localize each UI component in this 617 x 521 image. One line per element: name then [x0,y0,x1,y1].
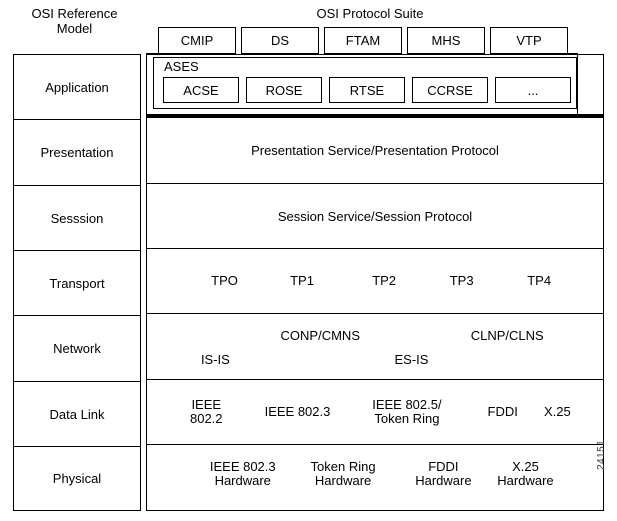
ases-element-more[interactable]: ... [495,77,571,103]
ases-element-acse[interactable]: ACSE [163,77,239,103]
layer-cell-datalink: Data Link [14,382,140,447]
suite-cell-datalink: IEEE 802.2 IEEE 802.3 IEEE 802.5/ Token … [147,380,603,445]
protocol-box-label: DS [270,33,290,48]
protocol-box-label: VTP [516,33,542,48]
layer-label: Network [53,341,101,356]
physical-ieee-802-3-hardware: IEEE 802.3 Hardware [209,459,276,488]
transport-class-tp3: TP3 [449,273,474,288]
osi-layer-column: Application Presentation Sesssion Transp… [13,54,141,511]
layer-cell-presentation: Presentation [14,120,140,186]
layer-label: Physical [52,471,102,486]
physical-fddi-hardware: FDDI Hardware [415,459,472,488]
application-frame-top-left [146,53,158,54]
ases-label: ASES [164,59,199,74]
layer-label: Transport [49,275,105,291]
transport-class-tp0: TPO [211,273,238,288]
datalink-ieee-802-5-token-ring: IEEE 802.5/ Token Ring [372,397,442,426]
datalink-ieee-802-2: IEEE 802.2 [189,397,223,426]
suite-cell-session: Session Service/Session Protocol [147,184,603,249]
protocol-box-label: MHS [431,33,461,48]
ases-element-rose[interactable]: ROSE [246,77,322,103]
ases-element-rtse[interactable]: RTSE [329,77,405,103]
ases-element-label: ACSE [183,82,219,98]
ases-element-label: RTSE [349,82,385,98]
protocol-box-label: CMIP [180,33,214,48]
ases-element-label: CCRSE [427,82,473,98]
layer-cell-transport: Transport [14,251,140,316]
transport-class-tp4: TP4 [527,273,552,288]
application-frame-right-edge [577,53,578,115]
layer-cell-physical: Physical [14,447,140,510]
suite-cell-network: CONP/CMNS CLNP/CLNS IS-IS ES-IS [147,314,603,380]
transport-class-tp1: TP1 [290,273,314,288]
transport-class-tp2: TP2 [372,273,397,288]
network-clnp-clns: CLNP/CLNS [470,328,544,343]
presentation-service-text: Presentation Service/Presentation Protoc… [251,143,499,158]
network-is-is: IS-IS [200,352,230,367]
ases-container: ASES ACSE ROSE RTSE CCRSE ... [153,57,577,109]
protocol-box-ftam[interactable]: FTAM [324,27,402,54]
protocol-box-vtp[interactable]: VTP [490,27,568,54]
figure-id-label: 24151 [596,439,607,470]
network-es-is: ES-IS [394,352,429,367]
layer-cell-network: Network [14,316,140,382]
network-conp-cmns: CONP/CMNS [280,328,360,343]
protocol-suite-column: Presentation Service/Presentation Protoc… [146,54,604,511]
suite-cell-physical: IEEE 802.3 Hardware Token Ring Hardware … [147,445,603,508]
protocol-box-mhs[interactable]: MHS [407,27,485,54]
suite-cell-presentation: Presentation Service/Presentation Protoc… [147,118,603,184]
physical-token-ring-hardware: Token Ring Hardware [310,459,376,488]
osi-reference-model-diagram: OSI Reference Model OSI Protocol Suite A… [0,0,617,521]
datalink-ieee-802-3: IEEE 802.3 [264,404,331,419]
protocol-box-label: FTAM [345,33,381,48]
layer-label: Data Link [49,406,105,422]
ases-element-label: ... [527,82,539,98]
protocol-box-ds[interactable]: DS [241,27,319,54]
application-section-divider [146,114,604,117]
physical-x25-hardware: X.25 Hardware [497,459,554,488]
layer-cell-session: Sesssion [14,186,140,251]
suite-cell-transport: TPO TP1 TP2 TP3 TP4 [147,249,603,314]
layer-label: Sesssion [50,210,104,226]
application-protocols-area: CMIP DS FTAM MHS VTP ASES ACSE ROSE RTSE [0,0,617,120]
ases-element-ccrse[interactable]: CCRSE [412,77,488,103]
application-frame-left-edge [146,53,147,115]
layer-label: Presentation [40,145,114,160]
datalink-fddi: FDDI [487,404,518,419]
datalink-x25: X.25 [544,404,571,419]
protocol-box-cmip[interactable]: CMIP [158,27,236,54]
session-service-text: Session Service/Session Protocol [277,208,473,224]
ases-element-label: ROSE [265,82,303,98]
